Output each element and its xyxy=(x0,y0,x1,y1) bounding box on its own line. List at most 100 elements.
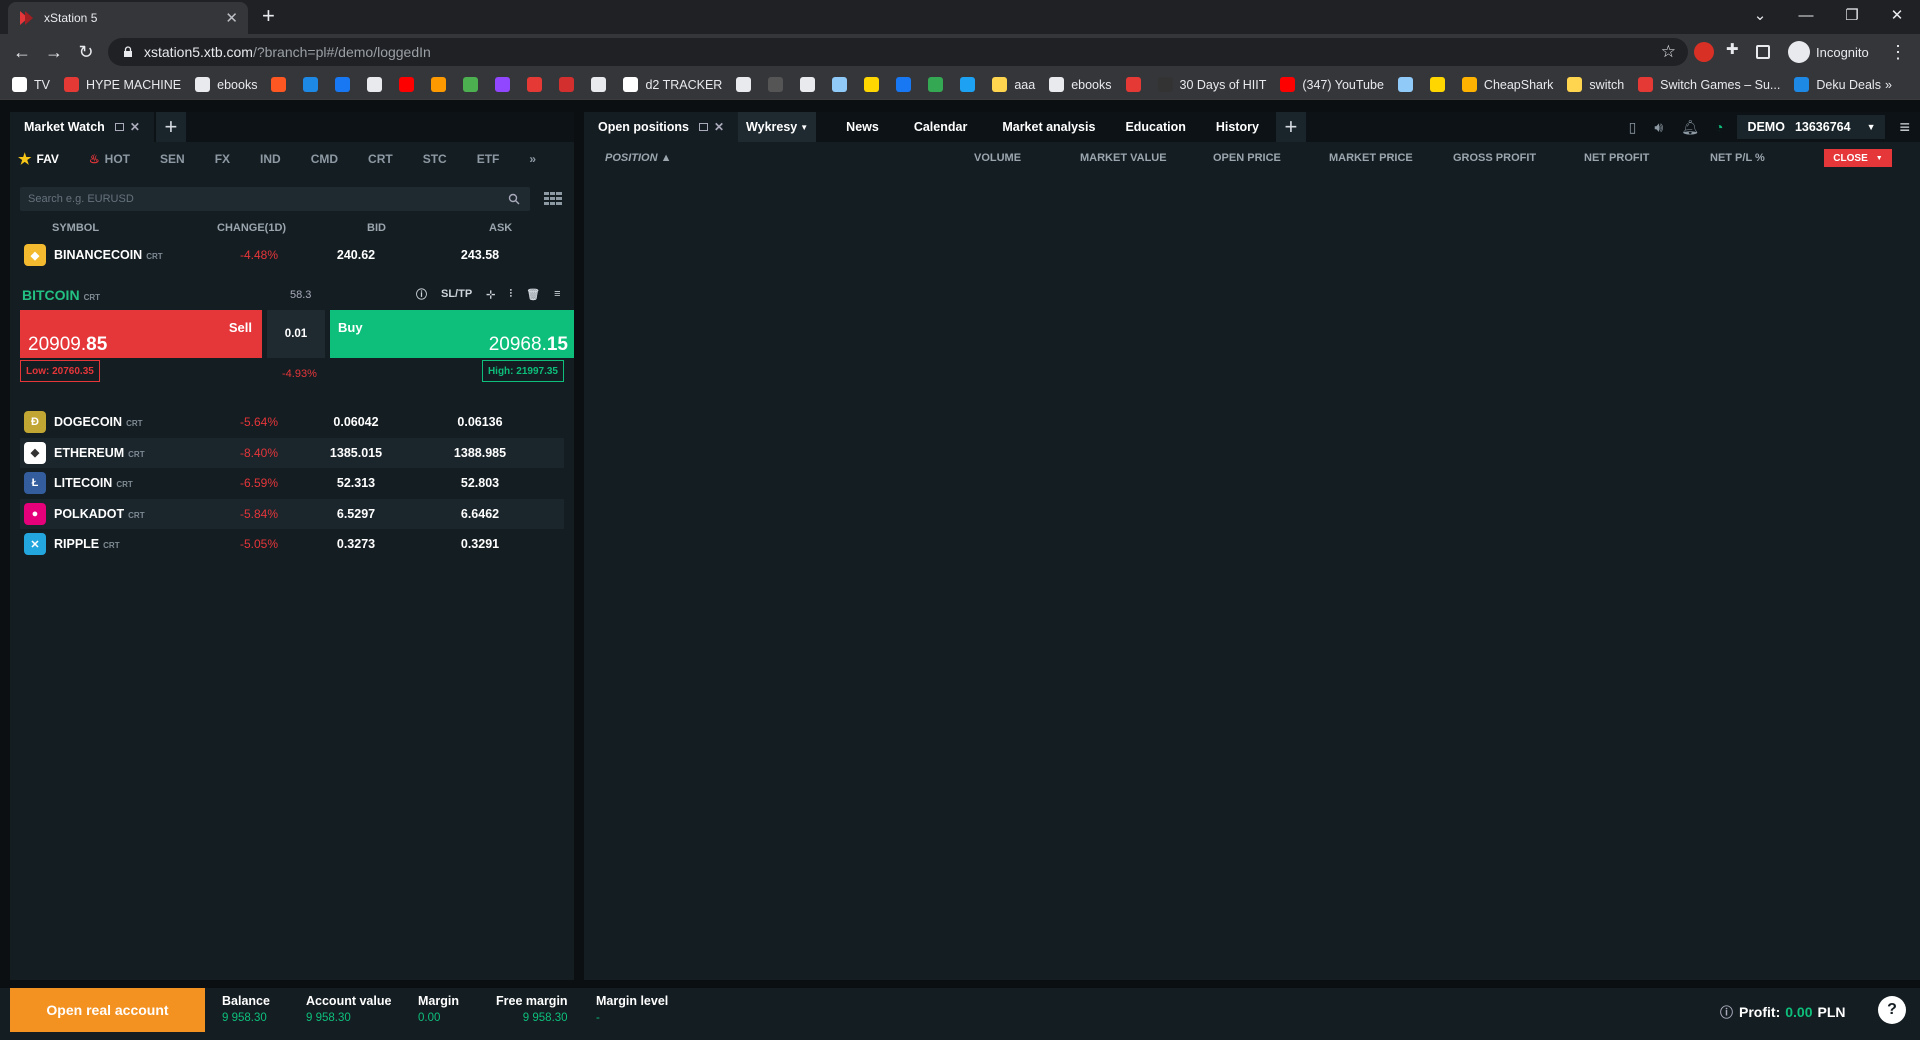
bookmark-item[interactable] xyxy=(271,77,293,92)
crosshair-icon[interactable]: ⊹ xyxy=(486,288,495,301)
category-sen[interactable]: SEN xyxy=(160,152,185,166)
bookmark-item[interactable] xyxy=(463,77,485,92)
address-bar[interactable]: xstation5.xtb.com /?branch=pl#/demo/logg… xyxy=(108,38,1688,66)
info-icon[interactable]: ⓘ xyxy=(416,286,427,302)
bookmark-item[interactable] xyxy=(495,77,517,92)
tab-market-analysis[interactable]: Market analysis xyxy=(987,112,1110,142)
tab-wykresy[interactable]: Wykresy ▼ xyxy=(738,112,817,142)
bookmark-item[interactable] xyxy=(896,77,918,92)
close-all-button[interactable]: CLOSE ▼ xyxy=(1824,149,1892,167)
bookmark-item[interactable]: ebooks xyxy=(195,77,257,92)
bookmark-item[interactable] xyxy=(768,77,790,92)
volume-input[interactable]: 0.01 xyxy=(267,310,325,358)
detach-icon[interactable] xyxy=(698,123,708,131)
sltp-button[interactable]: SL/TP xyxy=(441,288,472,300)
back-icon[interactable]: ← xyxy=(10,40,34,64)
bookmark-item[interactable]: 30 Days of HIIT xyxy=(1157,77,1266,92)
account-selector[interactable]: DEMO 13636764 ▼ xyxy=(1737,115,1886,139)
symbol-search-input[interactable]: Search e.g. EURUSD xyxy=(20,187,530,211)
incognito-indicator[interactable]: Incognito xyxy=(1788,39,1869,65)
bookmark-item[interactable] xyxy=(864,77,886,92)
bookmark-item[interactable] xyxy=(367,77,389,92)
category-stc[interactable]: STC xyxy=(423,152,447,166)
col-position[interactable]: POSITION ▲ xyxy=(605,152,672,164)
browser-tab[interactable]: xStation 5 ✕ xyxy=(8,2,248,34)
buy-button[interactable]: Buy 20968.15 xyxy=(330,310,574,358)
forward-icon[interactable]: → xyxy=(42,40,66,64)
close-panel-icon[interactable]: ✕ xyxy=(714,120,724,134)
bookmark-item[interactable] xyxy=(1125,77,1148,92)
bookmark-item[interactable]: HYPE MACHINE xyxy=(63,77,181,92)
instrument-row-polkadot[interactable]: ● POLKADOT CRT -5.84% 6.5297 6.6462 xyxy=(20,498,564,529)
col-volume[interactable]: VOLUME xyxy=(974,152,1021,164)
col-bid[interactable]: BID xyxy=(367,222,386,234)
bookmark-item[interactable] xyxy=(736,77,758,92)
col-ask[interactable]: ASK xyxy=(489,222,512,234)
bookmark-item[interactable] xyxy=(303,77,325,92)
info-icon[interactable]: ⓘ xyxy=(1720,1002,1733,1021)
bookmark-item[interactable]: ebooks xyxy=(1049,77,1112,92)
bookmark-item[interactable]: Deku Deals xyxy=(1794,77,1881,92)
open-real-account-button[interactable]: Open real account xyxy=(10,988,205,1032)
category-fav[interactable]: ★ FAV xyxy=(18,150,59,168)
sell-button[interactable]: Sell 20909.85 xyxy=(20,310,262,358)
tab-history[interactable]: History xyxy=(1201,112,1274,142)
grid-view-icon[interactable] xyxy=(544,192,562,206)
side-panel-icon[interactable] xyxy=(1756,45,1770,59)
restore-button[interactable]: ❐ xyxy=(1829,0,1875,30)
reload-icon[interactable]: ↻ xyxy=(74,40,98,64)
help-button[interactable]: ? xyxy=(1878,996,1906,1024)
tab-calendar[interactable]: Calendar xyxy=(894,112,988,142)
col-symbol[interactable]: SYMBOL xyxy=(52,222,99,234)
category-fx[interactable]: FX xyxy=(215,152,230,166)
close-tab-icon[interactable]: ✕ xyxy=(225,9,238,27)
bookmark-item[interactable]: (347) YouTube xyxy=(1280,77,1384,92)
bookmark-item[interactable]: CheapShark xyxy=(1461,77,1553,92)
order-list-icon[interactable]: ≡ xyxy=(554,288,560,300)
layout-icon[interactable]: ▯ xyxy=(1629,119,1637,136)
bookmark-item[interactable] xyxy=(800,77,822,92)
bookmark-item[interactable] xyxy=(1429,77,1452,92)
instrument-row-litecoin[interactable]: Ł LITECOIN CRT -6.59% 52.313 52.803 xyxy=(20,468,564,498)
instrument-row-binancecoin[interactable]: ◆ BINANCECOIN CRT -4.48% 240.62 243.58 xyxy=(20,240,564,270)
bookmark-item[interactable]: Switch Games – Su... xyxy=(1638,77,1780,92)
tab-market-watch[interactable]: Market Watch ✕ xyxy=(10,112,154,142)
trash-icon[interactable]: 🗑︎ xyxy=(526,288,540,301)
col-open-price[interactable]: OPEN PRICE xyxy=(1213,152,1281,164)
instrument-row-ethereum[interactable]: ◆ ETHEREUM CRT -8.40% 1385.015 1388.985 xyxy=(20,437,564,468)
bookmark-item[interactable] xyxy=(960,77,982,92)
tab-open-positions[interactable]: Open positions ✕ xyxy=(584,112,739,142)
bookmark-item[interactable]: switch xyxy=(1567,77,1624,92)
sound-icon[interactable]: 🔊︎ xyxy=(1654,119,1663,136)
add-panel-button[interactable]: + xyxy=(155,112,186,142)
col-change[interactable]: CHANGE(1D) xyxy=(217,222,286,234)
close-window-button[interactable]: ✕ xyxy=(1874,0,1920,30)
category-ind[interactable]: IND xyxy=(260,152,281,166)
add-tab-button[interactable]: + xyxy=(1275,112,1306,142)
tab-search-icon[interactable]: ⌄ xyxy=(1737,0,1783,30)
bookmark-item[interactable] xyxy=(832,77,854,92)
browser-menu-icon[interactable]: ⋮ xyxy=(1886,40,1910,64)
bookmark-item[interactable] xyxy=(335,77,357,92)
col-market-price[interactable]: MARKET PRICE xyxy=(1329,152,1413,164)
extension-icon[interactable] xyxy=(1694,42,1714,62)
tab-education[interactable]: Education xyxy=(1110,112,1200,142)
category-hot[interactable]: ♨ HOT xyxy=(89,152,130,166)
tab-news[interactable]: News xyxy=(816,112,894,142)
close-panel-icon[interactable]: ✕ xyxy=(130,120,140,134)
col-net-pl-percent[interactable]: NET P/L % xyxy=(1710,152,1765,164)
col-net-profit[interactable]: NET PROFIT xyxy=(1584,152,1649,164)
category-cmd[interactable]: CMD xyxy=(311,152,338,166)
bookmark-item[interactable]: TV xyxy=(12,77,50,92)
new-tab-button[interactable]: + xyxy=(262,5,275,27)
category-crt[interactable]: CRT xyxy=(368,152,393,166)
minimize-button[interactable]: — xyxy=(1783,0,1829,30)
bookmark-item[interactable] xyxy=(431,77,453,92)
instrument-row-dogecoin[interactable]: Ð DOGECOIN CRT -5.64% 0.06042 0.06136 xyxy=(20,407,564,437)
chart-icon[interactable]: ⫶ xyxy=(509,288,512,301)
bookmark-item[interactable] xyxy=(527,77,549,92)
extensions-puzzle-icon[interactable]: ✚ xyxy=(1726,40,1746,60)
more-bookmarks-icon[interactable]: » xyxy=(1885,78,1892,92)
instrument-row-ripple[interactable]: ✕ RIPPLE CRT -5.05% 0.3273 0.3291 xyxy=(20,529,564,559)
bookmark-item[interactable]: d2 TRACKER xyxy=(623,77,722,92)
